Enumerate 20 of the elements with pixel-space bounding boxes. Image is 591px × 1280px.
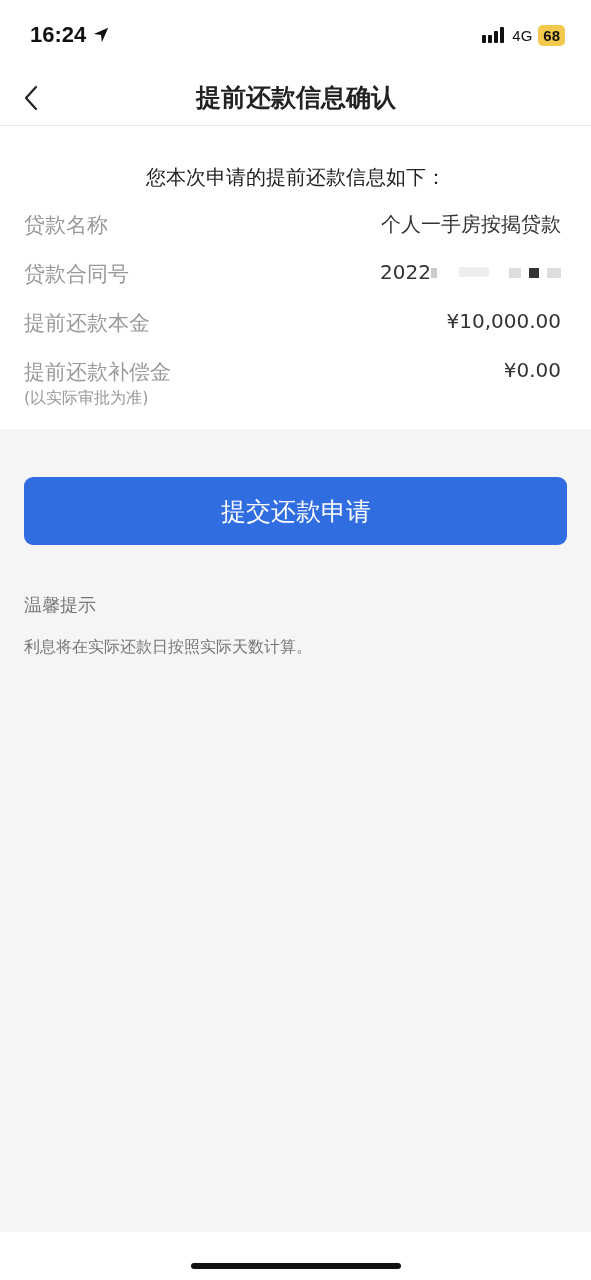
field-note: (以实际审批为准): [24, 388, 150, 409]
network-label: 4G: [512, 26, 533, 44]
field-label: 贷款合同号: [24, 261, 129, 288]
intro-text: 您本次申请的提前还款信息如下：: [144, 164, 447, 191]
field-value: 2022: [380, 260, 431, 284]
status-time: 16:24: [30, 22, 87, 48]
page-title: 提前还款信息确认: [195, 82, 396, 114]
battery-indicator: 68: [538, 24, 565, 46]
tips-text: 利息将在实际还款日按照实际天数计算。: [24, 637, 313, 658]
field-value: ¥10,000.00: [446, 309, 561, 333]
field-label: 提前还款补偿金: [24, 359, 171, 386]
field-label: 提前还款本金: [24, 310, 150, 337]
field-value: 个人一手房按揭贷款: [381, 211, 561, 238]
field-value: ¥0.00: [503, 358, 561, 382]
submit-button[interactable]: 提交还款申请: [24, 477, 567, 545]
back-icon[interactable]: [24, 85, 38, 111]
signal-icon: [482, 27, 507, 43]
location-arrow-icon: [92, 26, 111, 44]
tips-title: 温馨提示: [24, 593, 97, 617]
field-label: 贷款名称: [24, 212, 108, 239]
